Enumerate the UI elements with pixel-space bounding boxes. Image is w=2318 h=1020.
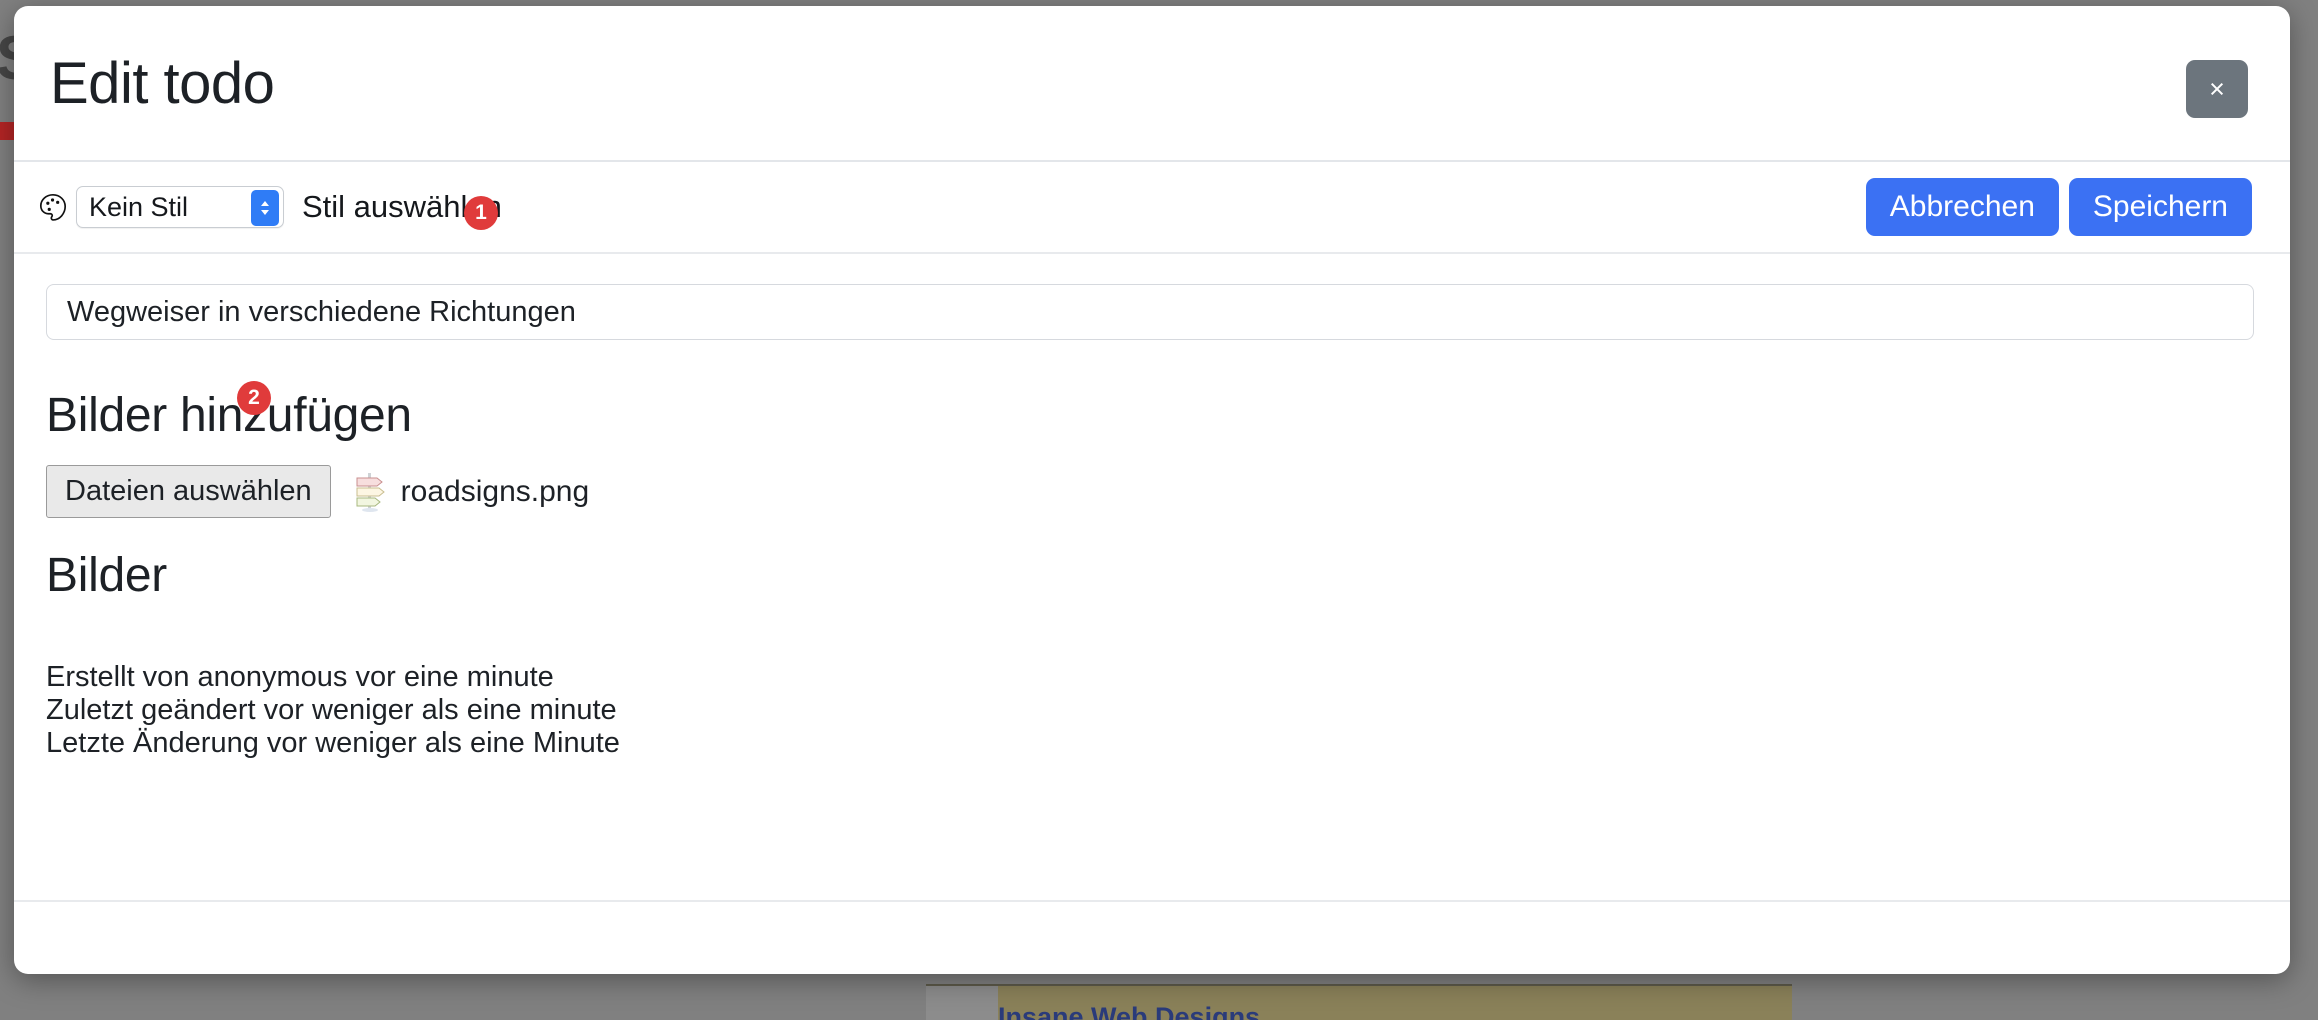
- save-button[interactable]: Speichern: [2068, 178, 2252, 236]
- modal-body: Bilder hinzufügen Dateien auswählen road…: [14, 254, 2290, 900]
- metadata-last-modified: Zuletzt geändert vor weniger als eine mi…: [46, 693, 617, 726]
- modal-header: Edit todo ×: [14, 6, 2290, 162]
- add-images-heading: Bilder hinzufügen: [46, 389, 412, 442]
- annotation-badge-1: 1: [464, 196, 498, 230]
- metadata-created: Erstellt von anonymous vor eine minute: [46, 661, 554, 693]
- roadsign-image-icon: [353, 471, 387, 513]
- page-title: Edit todo: [50, 50, 275, 116]
- close-button[interactable]: ×: [2186, 60, 2248, 118]
- selected-file-name: roadsigns.png: [400, 474, 590, 508]
- chevron-up-down-icon[interactable]: [251, 190, 279, 226]
- toolbar-actions: Abbrechen Speichern: [1865, 178, 2252, 236]
- style-select-value: Kein Stil: [89, 191, 189, 222]
- style-select[interactable]: Kein Stil: [76, 186, 284, 228]
- annotation-badge-2: 2: [237, 381, 271, 415]
- cancel-button[interactable]: Abbrechen: [1865, 178, 2059, 236]
- file-upload-row: Dateien auswählen roadsigns.png: [46, 465, 2258, 518]
- choose-files-button[interactable]: Dateien auswählen: [46, 465, 331, 518]
- background-footer-card-gutter: [926, 986, 998, 1020]
- modal-footer: [14, 900, 2290, 974]
- images-heading: Bilder: [46, 549, 167, 602]
- metadata-last-change: Letzte Änderung vor weniger als eine Min…: [46, 726, 620, 759]
- todo-title-input[interactable]: [46, 284, 2254, 340]
- metadata-block: Erstellt von anonymous vor eine minute Z…: [46, 661, 2258, 759]
- close-icon: ×: [2209, 73, 2225, 104]
- edit-todo-modal: Edit todo × Kein Stil Stil auswählen Abb…: [14, 6, 2290, 974]
- background-footer-card: Insane Web Designs: [926, 984, 1792, 1020]
- palette-icon: [38, 192, 68, 222]
- style-toolbar: Kein Stil Stil auswählen Abbrechen Speic…: [14, 162, 2290, 254]
- background-footer-card-title: Insane Web Designs: [998, 1002, 1261, 1020]
